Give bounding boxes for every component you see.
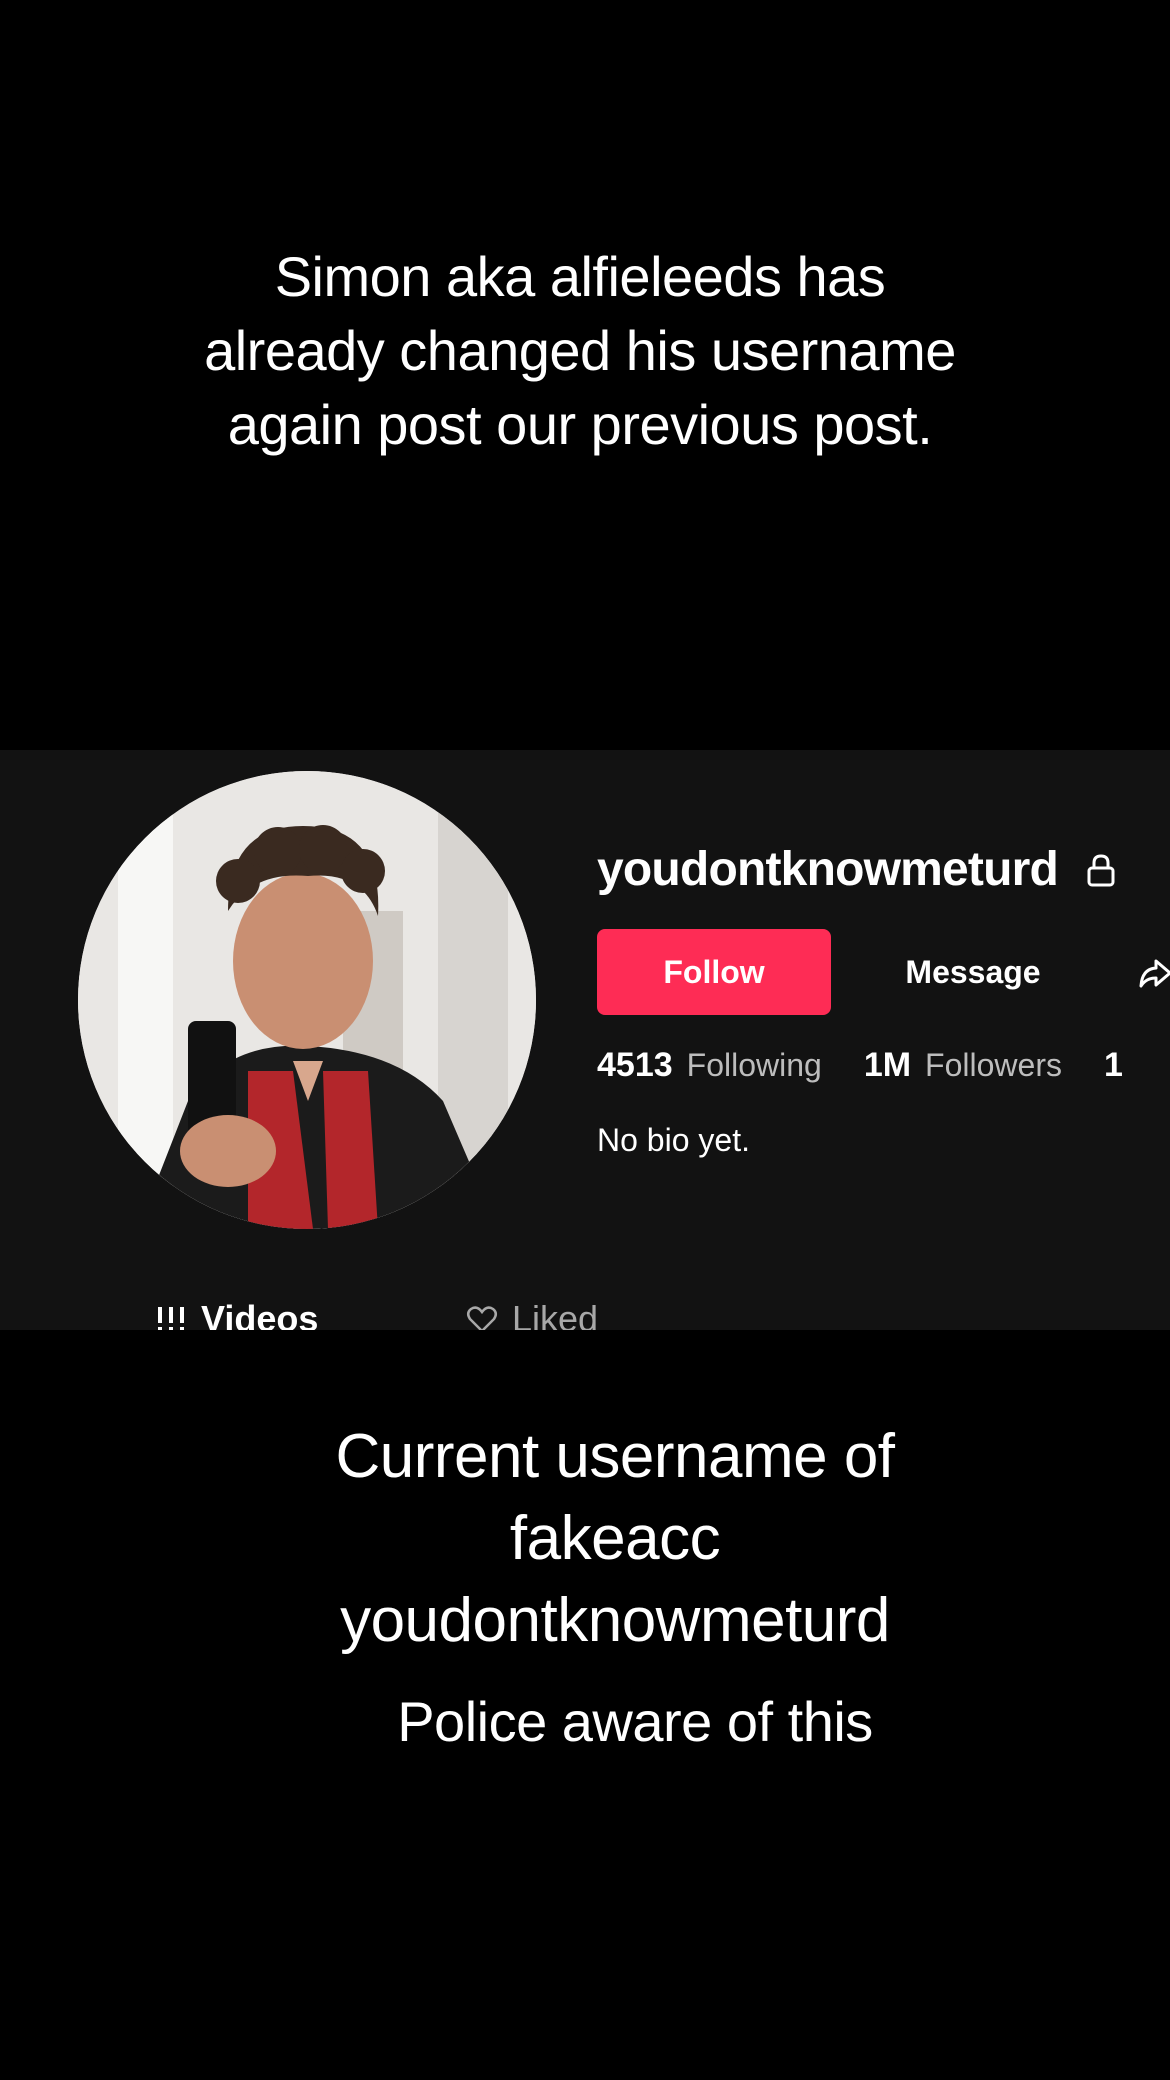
followers-count: 1M	[863, 1046, 912, 1084]
caption-top: Simon aka alfieleeds has already changed…	[204, 245, 956, 456]
followers-stat[interactable]: 1M Followers	[864, 1046, 1062, 1085]
share-icon[interactable]	[1138, 955, 1170, 991]
likes-stat: 1	[1104, 1046, 1137, 1085]
following-stat[interactable]: 4513 Following	[597, 1046, 822, 1085]
caption-middle-line2: fakeacc	[509, 1504, 721, 1573]
tab-liked-label: Liked	[512, 1298, 599, 1330]
following-label: Following	[686, 1047, 822, 1083]
lock-icon	[1087, 853, 1115, 886]
tab-liked[interactable]: Liked	[466, 1298, 598, 1330]
caption-bottom: Police aware of this	[397, 1690, 873, 1753]
caption-middle: Current username of fakeacc youdontknowm…	[215, 1416, 1015, 1662]
username-row: youdontknowmeturd	[597, 842, 1116, 897]
stats-row: 4513 Following 1M Followers 1	[597, 1046, 1170, 1085]
avatar[interactable]	[78, 771, 536, 1229]
tab-videos[interactable]: Videos	[155, 1298, 318, 1330]
tab-videos-label: Videos	[201, 1298, 319, 1330]
followers-label: Followers	[925, 1047, 1062, 1083]
message-button[interactable]: Message	[862, 929, 1084, 1015]
caption-middle-line3: youdontknowmeturd	[340, 1586, 890, 1655]
follow-button[interactable]: Follow	[597, 929, 831, 1015]
caption-middle-line1: Current username of	[335, 1422, 895, 1491]
grid-icon	[158, 1307, 184, 1330]
likes-count-partial: 1	[1103, 1046, 1123, 1084]
profile-bio: No bio yet.	[597, 1122, 750, 1158]
avatar-photo	[78, 771, 536, 1229]
profile-username: youdontknowmeturd	[597, 843, 1059, 896]
following-count: 4513	[597, 1046, 673, 1084]
heart-outline-icon	[467, 1306, 497, 1330]
profile-screenshot-panel: youdontknowmeturd Follow Message 4513 Fo…	[0, 750, 1170, 1330]
